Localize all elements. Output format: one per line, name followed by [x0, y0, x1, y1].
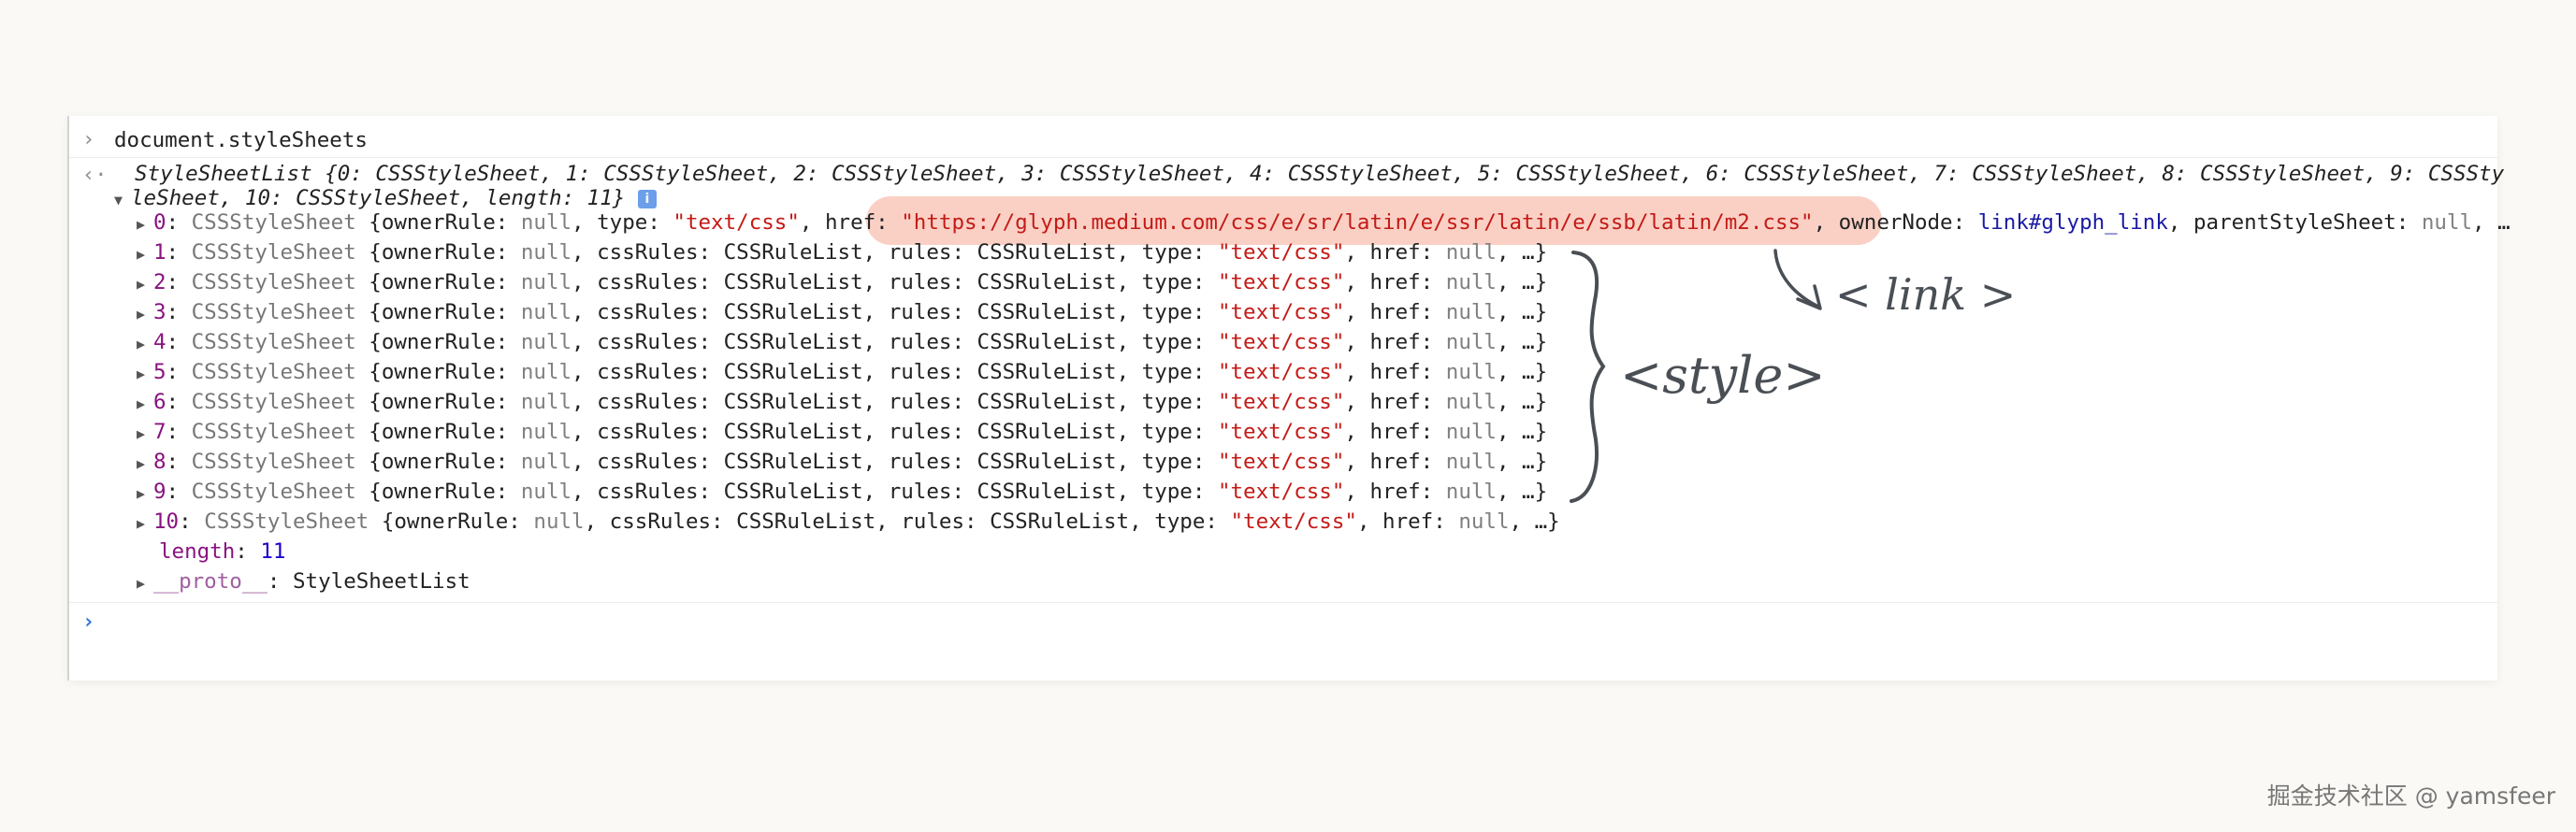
watermark: 掘金技术社区 @ yamsfeer: [2266, 782, 2555, 810]
link-annotation: < link >: [1835, 269, 2017, 320]
curly-brace-icon: [1570, 251, 1606, 503]
style-annotation: <style>: [1620, 346, 1826, 405]
annotation-layer: [1570, 249, 1822, 503]
